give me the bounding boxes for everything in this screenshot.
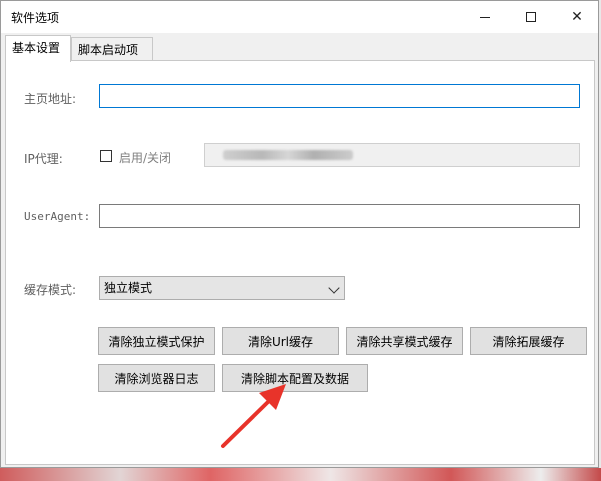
annotation-arrow-icon — [221, 384, 286, 448]
tab-basic-settings[interactable]: 基本设置 — [5, 35, 71, 62]
